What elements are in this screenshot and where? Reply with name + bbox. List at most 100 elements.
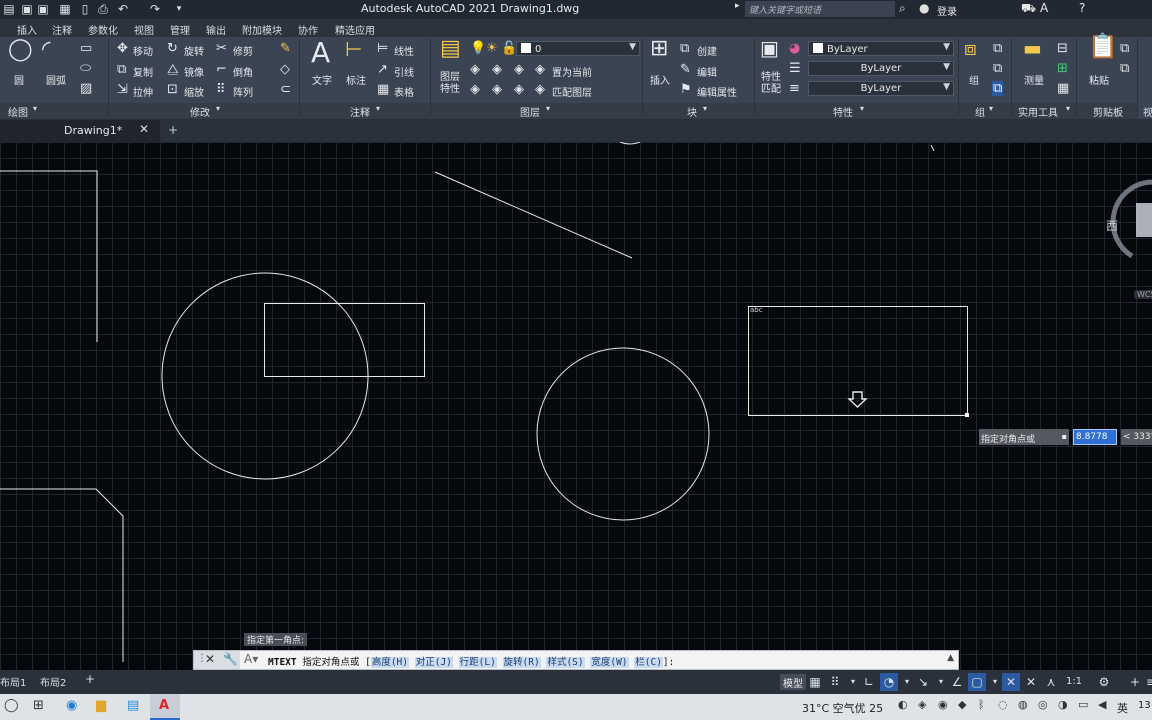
group-icon[interactable]: ⧈ [964,38,977,58]
add-layout-icon[interactable]: + [85,672,95,686]
create-block-icon[interactable]: ⧉ [680,42,689,55]
isodraft-icon[interactable]: ↘ [914,673,932,691]
paste-icon[interactable]: 📋 [1088,34,1118,58]
leader-icon[interactable]: ↗ [377,63,388,76]
annotation-scale-icon[interactable]: ⋏ [1042,673,1060,691]
annotation-panel-title[interactable]: 注释 [350,104,370,119]
insert-block-label[interactable]: 插入 [650,72,670,87]
linetype-dropdown[interactable]: ByLayer ▼ [808,61,954,76]
volume-icon[interactable]: ◀ [1098,698,1106,711]
dynamic-input-value[interactable]: 8.8778 [1073,429,1117,445]
dropdown-icon[interactable]: ▪ [1062,432,1067,441]
menu-icon[interactable]: ≡ [1142,673,1152,691]
layers-panel-title[interactable]: 图层 [520,104,540,119]
array-icon[interactable]: ⠿ [216,83,226,96]
object-snap-tracking-icon[interactable]: ∠ [948,673,966,691]
object-snap-icon[interactable]: ▢ [968,673,986,691]
layer-lock-icon[interactable]: 🔓 [501,42,517,55]
fillet-button[interactable]: 倒角 [233,64,253,79]
calculator-icon[interactable]: ▦ [1057,82,1069,95]
save-icon[interactable]: ▣ [20,2,34,16]
modify-panel-title[interactable]: 修改 [190,104,210,119]
copy-button[interactable]: 复制 [133,64,153,79]
layer-tool-icon[interactable]: ◈ [514,83,524,96]
color-dropdown[interactable]: ByLayer ▼ [808,41,954,56]
tray-icon[interactable]: ◉ [938,698,948,711]
new-tab-icon[interactable]: + [168,123,178,137]
annotation-visibility-icon[interactable]: ✕ [1002,673,1020,691]
scale-dropdown[interactable]: 1:1 [1062,673,1086,691]
option-rotation[interactable]: 旋转(R) [502,657,541,668]
stretch-button[interactable]: 拉伸 [133,84,153,99]
dimension-tool-icon[interactable]: ⊢ [345,39,362,59]
user-icon[interactable]: ● [919,1,929,15]
arc-tool-icon[interactable]: ◜ [42,39,51,61]
paste-button[interactable]: 粘贴 [1089,72,1109,87]
search-expand-icon[interactable]: ▸ [735,1,740,11]
ungroup-icon[interactable]: ⧉ [993,42,1002,55]
dynamic-input-angle[interactable]: < 333° [1121,429,1152,445]
tab-parametric[interactable]: 参数化 [88,22,118,37]
match-layer-icon[interactable]: ◈ [535,83,545,96]
tab-annotate[interactable]: 注释 [52,22,72,37]
ime-indicator[interactable]: 英 [1117,700,1128,716]
print-icon[interactable]: ⎙ [96,2,110,16]
measure-button[interactable]: 测量 [1024,72,1044,87]
command-line[interactable]: ⋮ ✕ 🔧 A▾ MTEXT 指定对角点或 [高度(H) 对正(J) 行距(L)… [193,650,959,670]
login-link[interactable]: 登录 [937,3,957,18]
help-icon[interactable]: ? [1079,1,1085,15]
set-current-button[interactable]: 置为当前 [552,64,592,79]
measure-icon[interactable]: ▬ [1023,38,1042,58]
redo-icon[interactable]: ↷ [148,2,162,16]
group-button[interactable]: 组 [969,72,979,87]
scale-icon[interactable]: ⊡ [167,83,178,96]
cut-icon[interactable]: ⧉ [1120,42,1129,55]
option-justify[interactable]: 对正(J) [414,657,453,668]
file-explorer-icon[interactable]: ▆ [96,698,106,713]
tray-icon[interactable]: ◑ [1058,698,1068,711]
autodesk-a360-icon[interactable]: A [1040,1,1048,15]
color-wheel-icon[interactable]: ◕ [789,42,800,55]
mail-icon[interactable]: ▤ [127,698,139,713]
clock[interactable]: 13 [1138,700,1151,711]
match-layer-button[interactable]: 匹配图层 [552,84,592,99]
network-icon[interactable]: ▭ [1078,698,1088,711]
copy-clip-icon[interactable]: ⧉ [1120,62,1129,75]
edit-block-button[interactable]: 编辑 [697,64,717,79]
group-edit-icon[interactable]: ⧉ [993,62,1002,75]
layer-tool-icon[interactable]: ◈ [514,63,524,76]
lineweight-icon[interactable]: ≡ [789,82,800,95]
tab-output[interactable]: 输出 [206,22,226,37]
task-view-icon[interactable]: ⊞ [33,698,44,713]
block-panel-title[interactable]: 块 [687,104,697,119]
search-input[interactable]: 键入关键字或短语 [745,1,895,17]
array-button[interactable]: 阵列 [233,84,253,99]
rotate-button[interactable]: 旋转 [184,43,204,58]
command-line-handle[interactable]: ⋮ ✕ 🔧 [194,651,240,669]
ellipse-icon[interactable]: ⬭ [80,62,91,75]
set-current-icon[interactable]: ◈ [535,63,545,76]
layout-tab-2[interactable]: 布局2 [40,674,66,689]
cart-icon[interactable]: ⛟ [1021,1,1036,17]
stretch-icon[interactable]: ⇲ [117,83,128,96]
tab-featured-apps[interactable]: 精选应用 [335,22,375,37]
option-width[interactable]: 宽度(W) [590,657,629,668]
circle-tool-icon[interactable]: ◯ [8,39,33,61]
close-icon[interactable]: ✕ [139,122,149,136]
text-tool-icon[interactable]: A [311,39,330,67]
save-as-icon[interactable]: ▣ [36,2,50,16]
layer-properties-icon[interactable]: ▤ [440,38,461,60]
tab-collaborate[interactable]: 协作 [298,22,318,37]
drawing-canvas[interactable]: abc [0,142,1152,670]
scale-button[interactable]: 缩放 [184,84,204,99]
fillet-icon[interactable]: ⌐ [216,63,227,76]
layer-tool-icon[interactable]: ◈ [492,63,502,76]
command-prompt-icon[interactable]: A▾ [244,652,258,666]
rectangle-icon[interactable]: ▭ [80,42,92,55]
edit-block-icon[interactable]: ✎ [680,63,691,76]
copy-icon[interactable]: ⧉ [117,63,126,76]
linetype-icon[interactable]: ☰ [789,62,801,75]
search-icon[interactable]: ⌕ [899,1,913,17]
insert-block-icon[interactable]: ⊞ [650,38,668,60]
tab-insert[interactable]: 插入 [17,22,37,37]
